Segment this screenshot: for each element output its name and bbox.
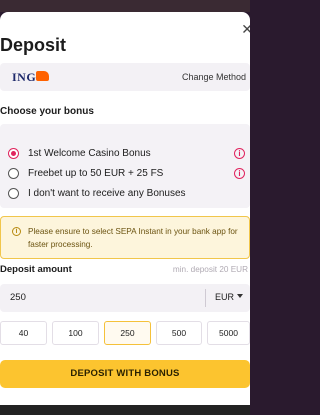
bonus-option-label: 1st Welcome Casino Bonus: [28, 148, 151, 159]
deposit-modal: ✕ Deposit ING Change Method Choose your …: [0, 12, 250, 405]
info-icon: i: [12, 227, 21, 236]
currency-select[interactable]: EUR: [205, 289, 250, 307]
chevron-down-icon: [237, 294, 243, 298]
sepa-notice: i Please ensure to select SEPA Instant i…: [0, 216, 250, 259]
backdrop-top: [0, 0, 250, 12]
bonus-option-freebet[interactable]: Freebet up to 50 EUR + 25 FS i: [0, 164, 250, 184]
deposit-amount-label: Deposit amount: [0, 264, 72, 275]
bonus-option-welcome[interactable]: 1st Welcome Casino Bonus i: [0, 144, 250, 164]
currency-value: EUR: [215, 292, 235, 302]
bonus-option-label: Freebet up to 50 EUR + 25 FS: [28, 168, 164, 179]
payment-method-bar: ING Change Method: [0, 63, 250, 91]
radio-icon[interactable]: [8, 168, 19, 179]
preset-amount-40[interactable]: 40: [0, 321, 47, 345]
notice-text: Please ensure to select SEPA Instant in …: [28, 227, 238, 249]
preset-amount-100[interactable]: 100: [52, 321, 99, 345]
info-icon[interactable]: i: [234, 148, 245, 159]
preset-amount-250[interactable]: 250: [104, 321, 151, 345]
preset-amount-500[interactable]: 500: [156, 321, 202, 345]
close-icon[interactable]: ✕: [241, 22, 250, 36]
deposit-with-bonus-button[interactable]: DEPOSIT WITH BONUS: [0, 360, 250, 388]
bonus-option-label: I don't want to receive any Bonuses: [28, 188, 186, 199]
bonus-options: 1st Welcome Casino Bonus i Freebet up to…: [0, 124, 250, 208]
radio-icon[interactable]: [8, 188, 19, 199]
amount-input[interactable]: [10, 292, 190, 303]
info-icon[interactable]: i: [234, 168, 245, 179]
min-deposit-hint: min. deposit 20 EUR: [172, 265, 248, 274]
lion-icon: [36, 71, 49, 81]
ing-logo: ING: [12, 70, 37, 84]
backdrop-bottom: [0, 405, 250, 415]
amount-field: EUR: [0, 284, 250, 312]
bonus-heading: Choose your bonus: [0, 106, 94, 117]
preset-amount-5000[interactable]: 5000: [207, 321, 250, 345]
page-title: Deposit: [0, 35, 67, 55]
radio-selected-icon[interactable]: [8, 148, 19, 159]
change-method-link[interactable]: Change Method: [182, 72, 246, 82]
bonus-option-none[interactable]: I don't want to receive any Bonuses: [0, 184, 250, 204]
